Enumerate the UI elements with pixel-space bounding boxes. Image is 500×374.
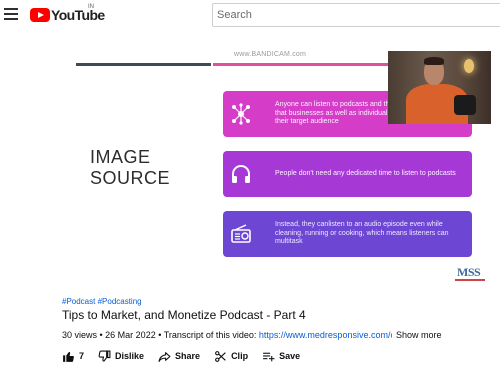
share-label: Share: [175, 351, 201, 361]
slide-accent-bar: [76, 63, 211, 66]
search-input[interactable]: Search: [212, 3, 500, 27]
slide-accent-bar-pink: [213, 63, 403, 66]
transcript-link[interactable]: https://www.medresponsive.com/co: [259, 330, 392, 340]
youtube-play-icon: [30, 8, 50, 22]
country-code: IN: [88, 4, 94, 10]
microphone-icon: [454, 95, 476, 115]
brand-logo-underline: [455, 279, 485, 281]
network-icon: [223, 91, 259, 137]
menu-icon[interactable]: [4, 8, 18, 20]
like-count: 7: [79, 351, 85, 361]
video-player[interactable]: www.BANDICAM.com IMAGE SOURCE Anyone can…: [62, 45, 491, 289]
thumbs-down-icon: [98, 350, 111, 362]
recorder-watermark: www.BANDICAM.com: [234, 51, 307, 58]
like-button[interactable]: 7: [62, 350, 84, 363]
top-bar: YouTube IN Search: [0, 0, 500, 32]
clip-button[interactable]: Clip: [214, 350, 248, 363]
lamp-light: [464, 59, 474, 73]
dislike-button[interactable]: Dislike: [98, 350, 144, 363]
brand-logo: MSS: [457, 265, 481, 279]
video-meta: 30 views • 26 Mar 2022 • Transcript of t…: [62, 330, 392, 340]
action-bar: 7 Dislike Share Clip Save: [62, 348, 314, 364]
slide-heading-line2: SOURCE: [90, 168, 171, 188]
save-label: Save: [279, 351, 301, 361]
clip-label: Clip: [231, 351, 249, 361]
scissors-icon: [215, 350, 226, 362]
webcam-overlay: [388, 51, 491, 124]
slide-card: People don't need any dedicated time to …: [223, 151, 472, 197]
show-more-button[interactable]: Show more: [396, 330, 442, 340]
share-button[interactable]: Share: [158, 350, 200, 363]
headphones-icon: [223, 151, 259, 197]
meta-text: 30 views • 26 Mar 2022 • Transcript of t…: [62, 330, 259, 340]
share-icon: [158, 351, 171, 362]
video-title: Tips to Market, and Monetize Podcast - P…: [62, 308, 306, 322]
slide-heading: IMAGE SOURCE: [90, 147, 170, 189]
save-button[interactable]: Save: [262, 350, 300, 363]
slide-heading-line1: IMAGE: [90, 147, 151, 167]
thumbs-up-icon: [63, 351, 74, 362]
logo-text: YouTube: [51, 7, 105, 23]
playlist-add-icon: [263, 352, 275, 361]
hashtag-links[interactable]: #Podcast #Podcasting: [62, 297, 142, 306]
slide-card: Instead, they canlisten to an audio epis…: [223, 211, 472, 257]
card-text: People don't need any dedicated time to …: [275, 169, 456, 177]
radio-icon: [223, 211, 259, 257]
dislike-label: Dislike: [115, 351, 145, 361]
card-text: Instead, they canlisten to an audio epis…: [275, 221, 449, 246]
